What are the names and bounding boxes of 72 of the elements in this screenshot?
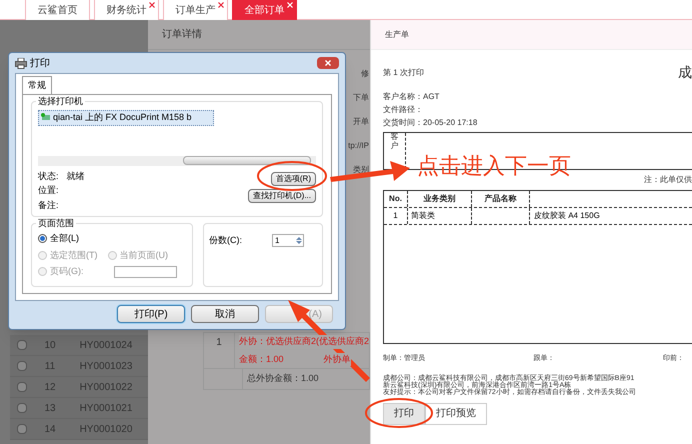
page-number-field[interactable] bbox=[114, 266, 176, 278]
order-code: HY0001021 bbox=[78, 402, 134, 416]
row-checkbox[interactable] bbox=[17, 382, 27, 392]
tab[interactable]: 订单生产 bbox=[163, 0, 228, 20]
horizontal-scrollbar[interactable] bbox=[38, 156, 316, 166]
sheet-heading: 成 bbox=[678, 63, 692, 82]
sheet-field: 客户名称：AGT bbox=[383, 91, 692, 103]
order-code: HY0001023 bbox=[78, 360, 134, 374]
column-header: 产品名称 bbox=[472, 191, 530, 207]
status-value: 就绪 bbox=[66, 170, 85, 182]
row-checkbox[interactable] bbox=[17, 340, 27, 350]
close-icon[interactable] bbox=[218, 2, 224, 8]
comment-label: 备注: bbox=[38, 198, 60, 212]
dialog-button[interactable]: 打印(P) bbox=[117, 305, 185, 323]
group-label: 选择打印机 bbox=[36, 95, 85, 108]
spinner-icon bbox=[295, 235, 303, 246]
row-checkbox[interactable] bbox=[17, 403, 27, 413]
row-number: 13 bbox=[43, 402, 57, 416]
field-label: tp://IP bbox=[348, 140, 369, 152]
sheet-title: 生产单 bbox=[385, 28, 409, 40]
column-header: 业务类别 bbox=[408, 191, 472, 207]
column-header: No. bbox=[384, 191, 408, 207]
row-checkbox[interactable] bbox=[17, 361, 27, 371]
radio-option[interactable]: 全部(L) bbox=[38, 232, 79, 246]
close-button[interactable] bbox=[317, 57, 339, 69]
order-code: HY0001020 bbox=[78, 422, 134, 436]
field-label: 开单 bbox=[353, 116, 369, 128]
outsource-no-text: 外协单 bbox=[324, 352, 351, 366]
print-button[interactable]: 打印 bbox=[383, 402, 425, 425]
location-label: 位置: bbox=[38, 184, 60, 197]
sheet-note: 注：此单仅供 bbox=[644, 174, 692, 186]
status-label: 状态: bbox=[38, 170, 59, 182]
table-cell-text: 1 bbox=[215, 336, 223, 350]
order-code: HY0001022 bbox=[78, 380, 134, 394]
dialog-button[interactable]: 取消 bbox=[191, 305, 259, 323]
close-icon[interactable] bbox=[149, 2, 155, 8]
row-number: 11 bbox=[44, 360, 56, 374]
tab[interactable]: 财务统计 bbox=[94, 0, 159, 20]
printer-icon bbox=[41, 112, 51, 123]
table-cell: 1 bbox=[384, 208, 408, 224]
dialog-title: 打印 bbox=[30, 56, 50, 70]
group-label: 页面范围 bbox=[36, 217, 76, 230]
total-text: 总外协金额：1.00 bbox=[242, 369, 319, 388]
row-number: 10 bbox=[43, 338, 57, 352]
close-icon bbox=[325, 60, 331, 66]
copies-label: 份数(C): bbox=[209, 234, 242, 247]
highlight-circle bbox=[364, 397, 434, 429]
printer-icon bbox=[15, 58, 27, 68]
tab[interactable]: 全部订单 bbox=[232, 0, 297, 20]
tab[interactable]: 云鲨首页 bbox=[25, 0, 90, 20]
sheet-field: 交货时间：20-05-20 17:18 bbox=[383, 117, 692, 129]
row-number: 14 bbox=[43, 422, 57, 436]
preferences-button[interactable]: 首选项(R) bbox=[270, 172, 316, 186]
field-label: 类别 bbox=[353, 164, 369, 176]
field-label: 下单 bbox=[353, 92, 369, 104]
row-checkbox[interactable] bbox=[17, 424, 27, 434]
dialog-tab[interactable]: 常规 bbox=[22, 76, 52, 94]
row-number: 12 bbox=[43, 380, 57, 394]
outsource-text: 外协：优选供应商2(优选供应商2 bbox=[238, 335, 369, 348]
highlight-circle bbox=[256, 160, 328, 192]
copies-field[interactable]: 1 bbox=[272, 234, 304, 247]
table-cell: 简装类 bbox=[408, 208, 472, 224]
sheet-field: 文件路径： bbox=[383, 104, 692, 116]
print-button[interactable]: 打印预览 bbox=[425, 402, 487, 425]
field-label: 修 bbox=[361, 68, 369, 80]
print-count: 第 1 次打印 bbox=[383, 66, 424, 78]
find-printer-button[interactable]: 查找打印机(D)... bbox=[248, 188, 316, 202]
amount-text: 金额：1.00 bbox=[238, 352, 284, 366]
panel-title: 订单详情 bbox=[162, 28, 202, 42]
printer-item[interactable]: qian-tai 上的 FX DocuPrint M158 b bbox=[38, 110, 214, 126]
table-cell-text: 皮纹胶装 A4 150G bbox=[533, 210, 600, 222]
order-code: HY0001024 bbox=[78, 338, 134, 352]
